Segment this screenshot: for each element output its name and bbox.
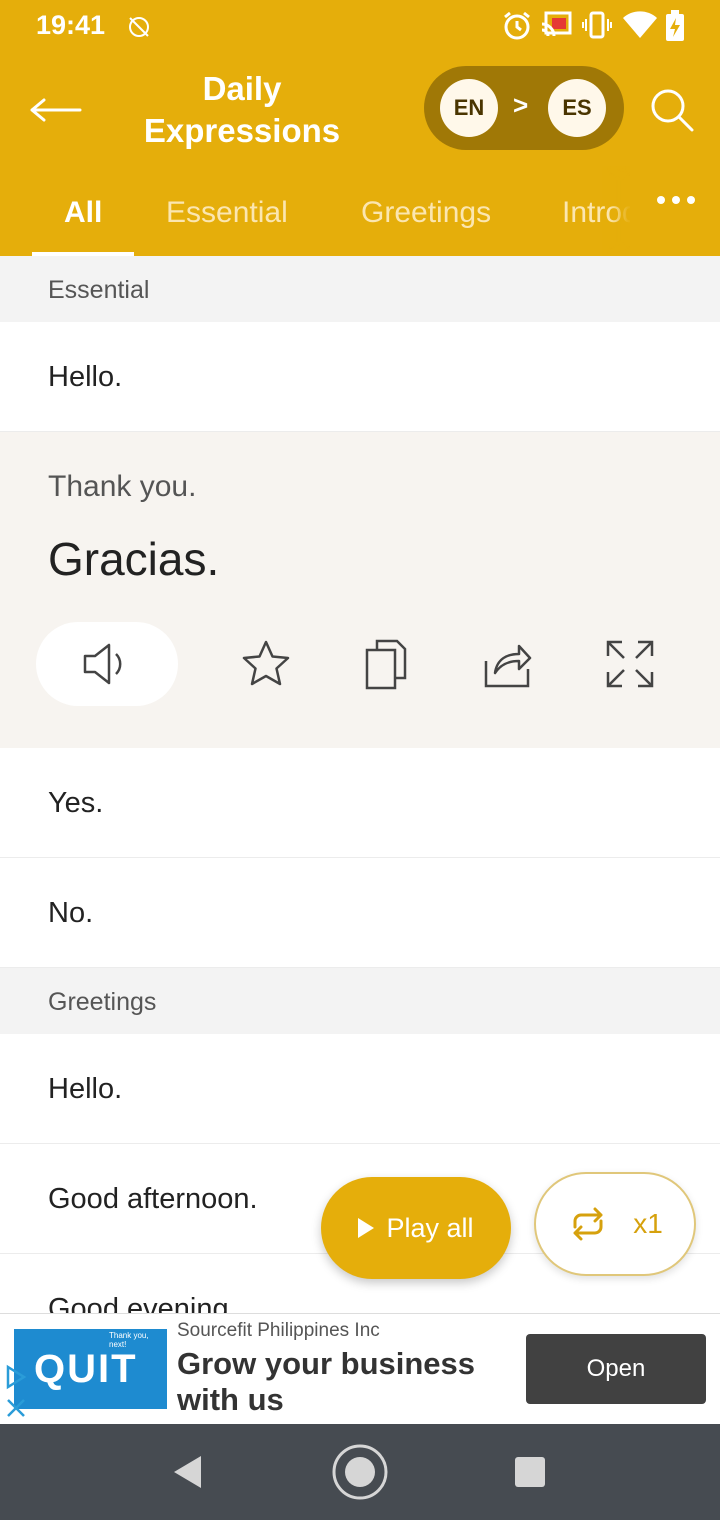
tab-all[interactable]: All bbox=[64, 196, 102, 230]
nav-home-icon bbox=[332, 1444, 388, 1500]
ad-headline[interactable]: Grow your business with us bbox=[177, 1346, 517, 1418]
no-location-icon bbox=[126, 14, 152, 45]
wifi-icon bbox=[622, 10, 658, 45]
share-button[interactable] bbox=[466, 622, 550, 706]
app-bar: Daily Expressions EN > ES bbox=[0, 56, 720, 164]
phrase-list: Essential Hello. Thank you. Gracias. Yes… bbox=[0, 256, 720, 1326]
section-header-essential: Essential bbox=[0, 256, 720, 322]
phrase-row[interactable]: Hello. bbox=[0, 322, 720, 432]
language-switch[interactable]: EN > ES bbox=[424, 66, 624, 150]
nav-back-button[interactable] bbox=[156, 1440, 220, 1504]
phrase-actions bbox=[0, 622, 720, 706]
repeat-icon bbox=[573, 1207, 603, 1241]
phrase-source-text: Thank you. bbox=[48, 470, 197, 503]
nav-home-button[interactable] bbox=[328, 1440, 392, 1504]
section-header-greetings: Greetings bbox=[0, 968, 720, 1034]
copy-icon bbox=[365, 639, 407, 690]
repeat-button[interactable]: x1 bbox=[534, 1172, 696, 1276]
vibrate-icon bbox=[582, 10, 612, 45]
ad-open-button[interactable]: Open bbox=[526, 1334, 706, 1404]
play-audio-button[interactable] bbox=[36, 622, 178, 706]
speaker-icon bbox=[83, 643, 122, 685]
phrase-row[interactable]: No. bbox=[0, 858, 720, 968]
back-arrow-icon bbox=[30, 98, 82, 122]
ad-marks bbox=[2, 1364, 30, 1422]
tab-greetings[interactable]: Greetings bbox=[361, 196, 491, 230]
nav-recents-button[interactable] bbox=[498, 1440, 562, 1504]
phrase-row[interactable]: Hello. bbox=[0, 1034, 720, 1144]
alarm-icon bbox=[502, 10, 532, 47]
phrase-row[interactable]: Yes. bbox=[0, 748, 720, 858]
ad-banner[interactable]: Thank you, next! QUIT Sourcefit Philippi… bbox=[0, 1313, 720, 1423]
source-language-chip[interactable]: EN bbox=[440, 79, 498, 137]
copy-button[interactable] bbox=[344, 622, 428, 706]
status-time: 19:41 bbox=[36, 10, 106, 40]
close-icon[interactable] bbox=[4, 1396, 28, 1420]
nav-recents-icon bbox=[515, 1457, 545, 1487]
search-button[interactable] bbox=[640, 78, 704, 142]
more-tabs-button[interactable] bbox=[630, 166, 720, 256]
more-horizontal-icon bbox=[657, 196, 665, 204]
favorite-button[interactable] bbox=[224, 622, 308, 706]
play-icon bbox=[358, 1218, 375, 1238]
back-button[interactable] bbox=[22, 78, 86, 142]
language-separator-icon: > bbox=[513, 90, 529, 120]
system-nav-bar bbox=[0, 1424, 720, 1520]
share-icon bbox=[484, 644, 532, 688]
page-title: Daily Expressions bbox=[143, 70, 341, 149]
fullscreen-button[interactable] bbox=[588, 622, 672, 706]
ad-advertiser: Sourcefit Philippines Inc bbox=[177, 1320, 380, 1341]
target-language-chip[interactable]: ES bbox=[548, 79, 606, 137]
cast-icon bbox=[540, 10, 572, 45]
fullscreen-icon bbox=[606, 640, 654, 688]
battery-charging-icon bbox=[664, 10, 686, 47]
play-all-label: Play all bbox=[386, 1212, 474, 1243]
search-icon bbox=[651, 89, 694, 132]
category-tabs: All Essential Greetings Introductions bbox=[0, 166, 720, 256]
phrase-row-expanded[interactable]: Thank you. Gracias. bbox=[0, 432, 720, 748]
app-header: 19:41 Daily Expressions EN > ES All Esse… bbox=[0, 0, 720, 256]
star-icon bbox=[242, 640, 290, 686]
play-all-button[interactable]: Play all bbox=[321, 1177, 511, 1279]
status-bar: 19:41 bbox=[0, 0, 720, 56]
nav-back-icon bbox=[174, 1456, 201, 1488]
repeat-count: x1 bbox=[633, 1208, 663, 1239]
ad-thumbnail-text: QUIT bbox=[34, 1347, 138, 1391]
ad-thumbnail[interactable]: Thank you, next! QUIT bbox=[14, 1329, 167, 1409]
ad-choices-icon[interactable] bbox=[4, 1364, 28, 1390]
tab-essential[interactable]: Essential bbox=[166, 196, 288, 230]
phrase-translation: Gracias. bbox=[48, 533, 220, 585]
